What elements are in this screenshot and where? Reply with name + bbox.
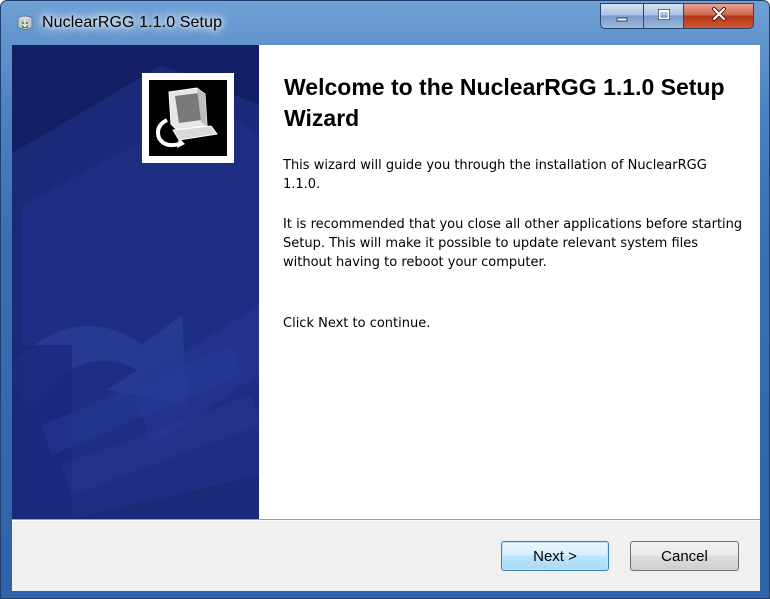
title-bar[interactable]: NuclearRGG 1.1.0 Setup [1,1,769,45]
footer-divider-highlight [12,520,760,521]
wizard-heading: Welcome to the NuclearRGG 1.1.0 Setup Wi… [284,74,725,131]
caption-buttons [600,3,754,31]
cancel-button[interactable]: Cancel [630,541,739,571]
window-title: NuclearRGG 1.1.0 Setup [42,14,223,31]
minimize-icon [614,7,630,26]
installer-app-icon [15,14,35,34]
wizard-content: Welcome to the NuclearRGG 1.1.0 Setup Wi… [259,45,760,519]
installer-computer-icon [149,80,227,156]
maximize-button[interactable] [644,3,684,29]
wizard-sidebar-banner [12,45,259,519]
maximize-icon [656,7,672,26]
next-button[interactable]: Next > [501,541,609,571]
close-icon [710,6,728,26]
minimize-button[interactable] [600,3,644,29]
installer-logo [142,73,234,163]
intro-paragraph: This wizard will guide you through the i… [283,158,707,192]
close-button[interactable] [684,3,754,29]
recommendation-paragraph: It is recommended that you close all oth… [283,217,743,270]
continue-instruction: Click Next to continue. [283,316,431,331]
wizard-body: Welcome to the NuclearRGG 1.1.0 Setup Wi… [12,45,760,591]
setup-window: NuclearRGG 1.1.0 Setup Welcome to the Nu… [0,0,770,599]
